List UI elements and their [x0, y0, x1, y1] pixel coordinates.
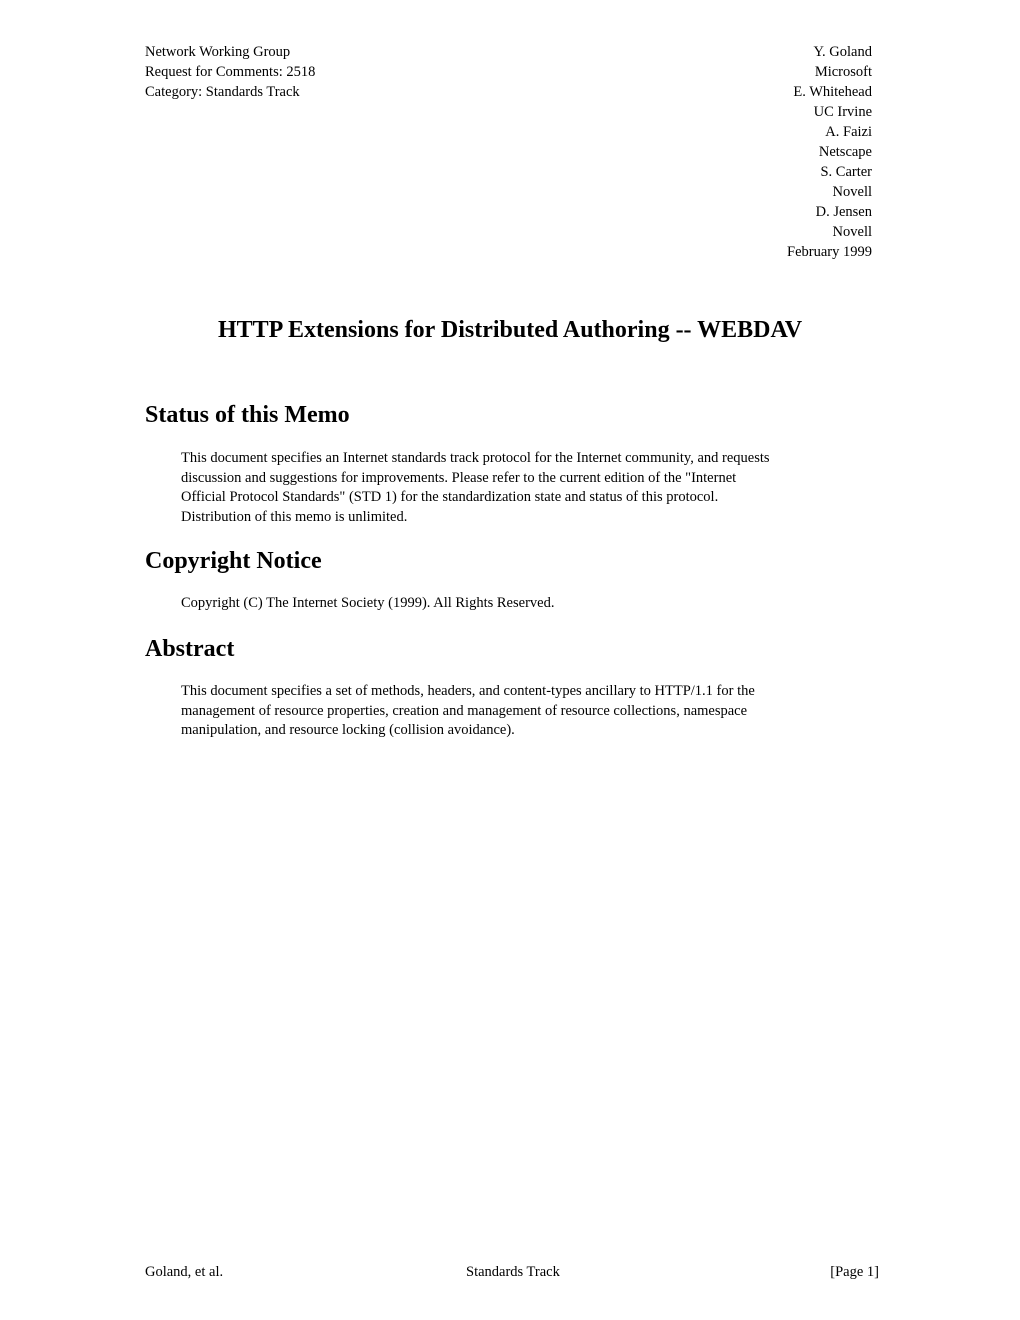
author-organization: Novell [832, 184, 872, 200]
footer-authors: Goland, et al. [145, 1264, 224, 1280]
paragraph-line: Official Protocol Standards" (STD 1) for… [181, 489, 719, 506]
author-organization: Microsoft [814, 64, 872, 80]
header-rfc-number: Request for Comments: 2518 [145, 64, 316, 80]
paragraph-line: This document specifies a set of methods… [181, 683, 755, 699]
footer-category: Standards Track [466, 1264, 560, 1280]
author-name: D. Jensen [815, 204, 872, 220]
author-organization: UC Irvine [813, 104, 872, 120]
section-heading-abstract: Abstract [145, 636, 235, 662]
paragraph-line: This document specifies an Internet stan… [181, 450, 770, 466]
section-body-status: This document specifies an Internet stan… [181, 449, 881, 527]
author-name: S. Carter [820, 164, 872, 180]
section-body-abstract: This document specifies a set of methods… [181, 682, 881, 741]
footer-page-number: [Page 1] [830, 1264, 879, 1280]
paragraph-line: Distribution of this memo is unlimited. [181, 508, 408, 525]
header-left-block: Network Working Group Request for Commen… [145, 42, 315, 102]
header-authors-block: Y. Goland Microsoft E. Whitehead UC Irvi… [787, 42, 872, 262]
section-heading-status: Status of this Memo [145, 402, 350, 428]
header-working-group: Network Working Group [145, 44, 291, 60]
section-body-copyright: Copyright (C) The Internet Society (1999… [181, 594, 881, 614]
publication-date: February 1999 [787, 244, 872, 260]
author-organization: Netscape [818, 144, 872, 160]
author-organization: Novell [832, 224, 872, 240]
paragraph-line: manipulation, and resource locking (coll… [181, 722, 515, 739]
paragraph-line: Copyright (C) The Internet Society (1999… [181, 595, 555, 611]
header-category: Category: Standards Track [145, 84, 300, 100]
paragraph-line: discussion and suggestions for improveme… [181, 469, 737, 486]
paragraph-line: management of resource properties, creat… [181, 702, 748, 719]
document-page: Network Working Group Request for Commen… [0, 0, 1020, 1320]
author-name: A. Faizi [825, 124, 872, 140]
author-name: E. Whitehead [793, 84, 872, 100]
section-heading-copyright: Copyright Notice [145, 548, 322, 574]
author-name: Y. Goland [813, 44, 872, 60]
document-title: HTTP Extensions for Distributed Authorin… [217, 317, 803, 343]
